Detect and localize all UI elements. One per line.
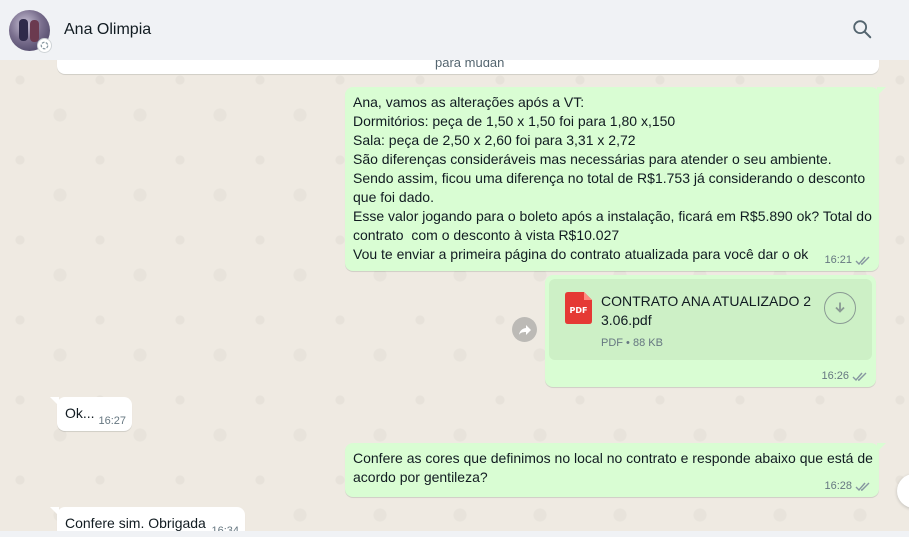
document-message[interactable]: PDF CONTRATO ANA ATUALIZADO 2 3.06.pdf P… — [545, 275, 876, 387]
outgoing-message[interactable]: Confere as cores que definimos no local … — [345, 443, 886, 497]
double-check-icon — [855, 256, 870, 265]
search-icon[interactable] — [851, 18, 873, 40]
message-list[interactable]: para mudan Ana, vamos as alterações após… — [0, 60, 909, 537]
document-file-info: PDF • 88 KB — [601, 337, 663, 349]
contact-avatar[interactable] — [9, 9, 52, 53]
bubble-tail — [50, 397, 59, 406]
bubble-tail — [877, 87, 886, 96]
previous-message-fragment: para mudan — [57, 60, 879, 74]
pdf-badge-text: PDF — [570, 306, 588, 315]
contact-name[interactable]: Ana Olimpia — [64, 21, 151, 39]
incoming-message[interactable]: Ok... 16:27 — [50, 397, 132, 431]
message-text: Ana, vamos as alterações após a VT: Dorm… — [353, 94, 872, 262]
footer-edge — [0, 531, 909, 537]
document-file-name: CONTRATO ANA ATUALIZADO 2 3.06.pdf — [601, 293, 812, 328]
chat-header: Ana Olimpia — [0, 0, 909, 60]
message-time: 16:21 — [824, 254, 852, 266]
message-time: 16:26 — [821, 370, 849, 382]
forward-icon[interactable] — [512, 317, 537, 342]
document-card[interactable]: PDF CONTRATO ANA ATUALIZADO 2 3.06.pdf P… — [549, 279, 872, 360]
double-check-icon — [852, 372, 867, 381]
download-icon — [835, 302, 845, 313]
bubble-tail — [50, 507, 59, 516]
message-meta: 16:27 — [98, 415, 126, 427]
message-meta: 16:21 — [824, 254, 871, 266]
message-meta: 16:28 — [824, 480, 871, 492]
message-text: Confere sim. Obrigada — [65, 515, 206, 531]
scroll-down-button[interactable] — [897, 474, 909, 508]
message-text: Confere as cores que definimos no local … — [353, 450, 877, 485]
message-time: 16:27 — [98, 415, 126, 427]
message-text: Ok... — [65, 405, 95, 421]
avatar-figure — [30, 19, 39, 42]
pdf-file-icon: PDF — [565, 292, 592, 324]
avatar-figure — [19, 18, 28, 41]
double-check-icon — [855, 482, 870, 491]
outgoing-message[interactable]: Ana, vamos as alterações após a VT: Dorm… — [345, 87, 886, 271]
bubble-tail — [877, 443, 886, 452]
status-ring-icon — [37, 37, 52, 53]
download-button[interactable] — [824, 292, 856, 324]
message-time: 16:28 — [824, 480, 852, 492]
message-meta: 16:26 — [821, 370, 868, 382]
previous-message-text: para mudan — [435, 60, 505, 70]
